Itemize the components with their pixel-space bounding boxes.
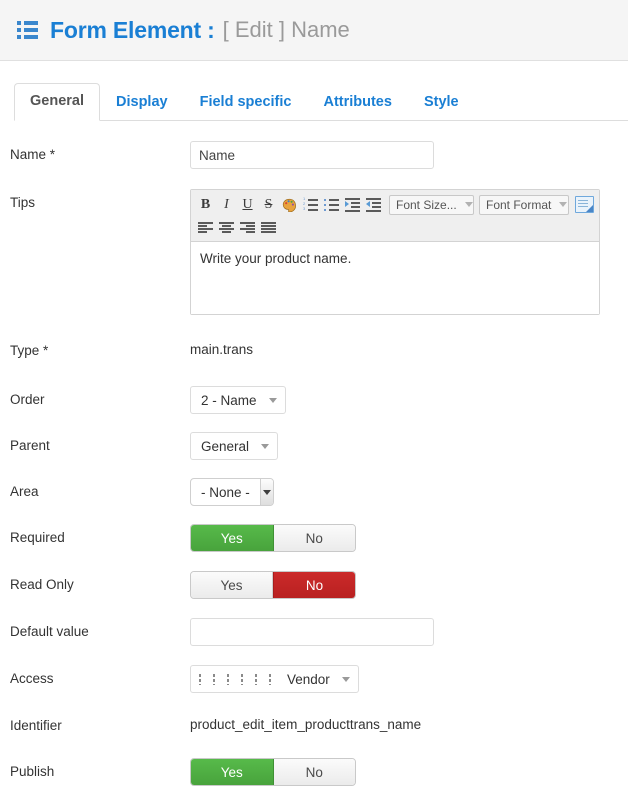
label-access: Access [10,671,54,686]
increase-indent-icon[interactable] [342,194,363,215]
identifier-value: product_edit_item_producttrans_name [190,717,422,732]
page-subtitle: [ Edit ] Name [222,17,350,42]
align-left-icon[interactable] [195,217,216,238]
field-row-type: Type * main.trans [10,337,618,359]
editor-toolbar: B I U S 1 2 3 Font Size... Font Format [191,190,599,242]
label-required: Required [10,530,65,545]
field-row-tips: Tips B I U S 1 2 3 Font Size... Font For… [10,189,618,315]
required-toggle[interactable]: Yes No [190,524,356,552]
field-row-access: Access Vendor [10,665,618,693]
general-form: Name * Tips B I U S [0,121,628,786]
default-value-input[interactable] [190,618,434,646]
tab-display[interactable]: Display [100,84,184,121]
label-area: Area [10,484,39,499]
read-only-toggle-yes[interactable]: Yes [191,572,273,598]
underline-icon[interactable]: U [237,194,258,215]
field-row-publish: Publish Yes No [10,758,618,786]
field-row-read-only: Read Only Yes No [10,571,618,599]
italic-icon[interactable]: I [216,194,237,215]
tab-list: General Display Field specific Attribute… [14,83,628,121]
numbered-list-icon[interactable]: 1 2 3 [300,194,321,215]
label-name: Name * [10,147,56,162]
publish-toggle-no[interactable]: No [273,759,355,785]
label-order: Order [10,392,45,407]
tab-attributes[interactable]: Attributes [307,84,407,121]
publish-toggle[interactable]: Yes No [190,758,356,786]
access-select-value: Vendor [287,671,330,687]
name-input[interactable] [190,141,434,169]
type-value: main.trans [190,342,254,357]
label-identifier: Identifier [10,718,62,733]
chevron-down-icon [341,676,350,682]
label-default-value: Default value [10,624,89,639]
bold-icon[interactable]: B [195,194,216,215]
source-edit-icon[interactable] [575,196,594,213]
order-select-value: 2 - Name [201,392,257,408]
editor-content[interactable]: Write your product name. [191,242,599,314]
field-row-required: Required Yes No [10,524,618,552]
font-format-select[interactable]: Font Format [479,194,569,215]
parent-select-value: General [201,438,250,454]
area-select[interactable]: - None - [190,478,274,506]
tab-field-specific[interactable]: Field specific [184,84,308,121]
label-publish: Publish [10,764,55,779]
list-icon [17,21,39,39]
text-color-icon[interactable] [279,194,300,215]
required-toggle-no[interactable]: No [273,525,355,551]
page-root: Form Element : [ Edit ] Name General Dis… [0,0,628,791]
align-justify-icon[interactable] [258,217,279,238]
label-read-only: Read Only [10,577,74,592]
page-header: Form Element : [ Edit ] Name [0,0,628,61]
access-select[interactable]: Vendor [190,665,359,693]
label-type: Type * [10,343,49,358]
chevron-down-icon [261,443,270,449]
tab-style[interactable]: Style [408,84,475,121]
page-title: Form Element : [50,16,215,43]
align-center-icon[interactable] [216,217,237,238]
align-right-icon[interactable] [237,217,258,238]
indent-dots-icon [199,673,283,685]
field-row-area: Area - None - [10,478,618,506]
chevron-down-icon [559,202,568,207]
bulleted-list-icon[interactable] [321,194,342,215]
font-size-select[interactable]: Font Size... [389,194,474,215]
field-row-parent: Parent General [10,432,618,460]
decrease-indent-icon[interactable] [363,194,384,215]
read-only-toggle-no[interactable]: No [273,572,355,598]
tabs-container: General Display Field specific Attribute… [0,61,628,121]
chevron-down-icon [259,479,273,505]
strikethrough-icon[interactable]: S [258,194,279,215]
chevron-down-icon [464,202,473,207]
tab-general[interactable]: General [14,83,100,121]
area-select-value: - None - [201,484,250,500]
order-select[interactable]: 2 - Name [190,386,286,414]
rich-text-editor: B I U S 1 2 3 Font Size... Font Format W… [190,189,600,315]
label-parent: Parent [10,438,50,453]
required-toggle-yes[interactable]: Yes [191,525,274,551]
field-row-identifier: Identifier product_edit_item_producttran… [10,712,618,734]
publish-toggle-yes[interactable]: Yes [191,759,274,785]
field-row-default-value: Default value [10,618,618,646]
read-only-toggle[interactable]: Yes No [190,571,356,599]
field-row-name: Name * [10,141,618,169]
parent-select[interactable]: General [190,432,279,460]
chevron-down-icon [268,397,277,403]
label-tips: Tips [10,195,36,210]
field-row-order: Order 2 - Name [10,386,618,414]
